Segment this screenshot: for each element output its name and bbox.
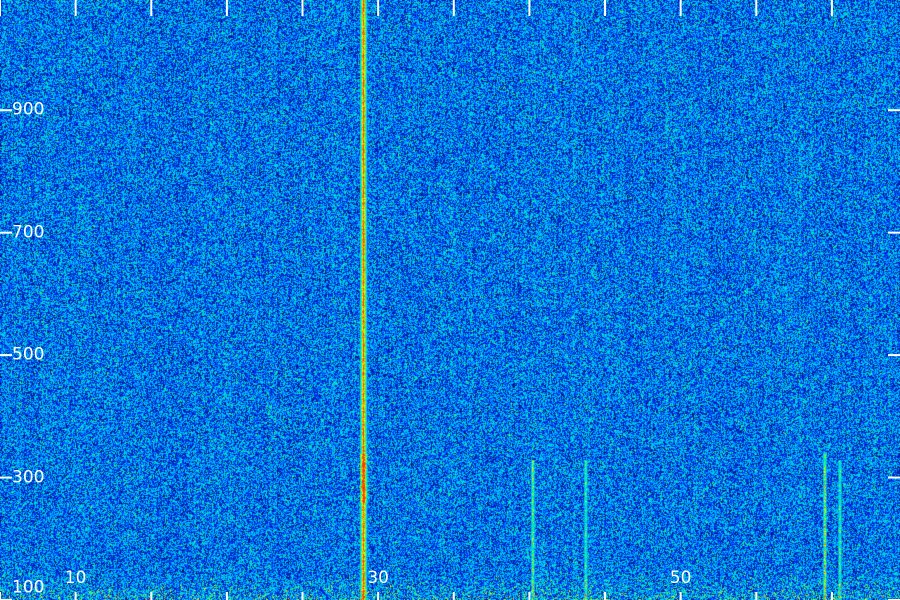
y-tick-label: 900 (12, 99, 45, 120)
y-tick-label: 700 (12, 222, 45, 243)
x-tick-label: 50 (669, 568, 692, 588)
spectrogram-heatmap (0, 0, 900, 600)
y-tick-label: 500 (12, 344, 45, 365)
x-tick-label: 10 (64, 568, 87, 588)
y-tick-label: 100 (12, 577, 45, 598)
y-tick-label: 300 (12, 467, 45, 488)
x-tick-label: 30 (367, 568, 389, 588)
